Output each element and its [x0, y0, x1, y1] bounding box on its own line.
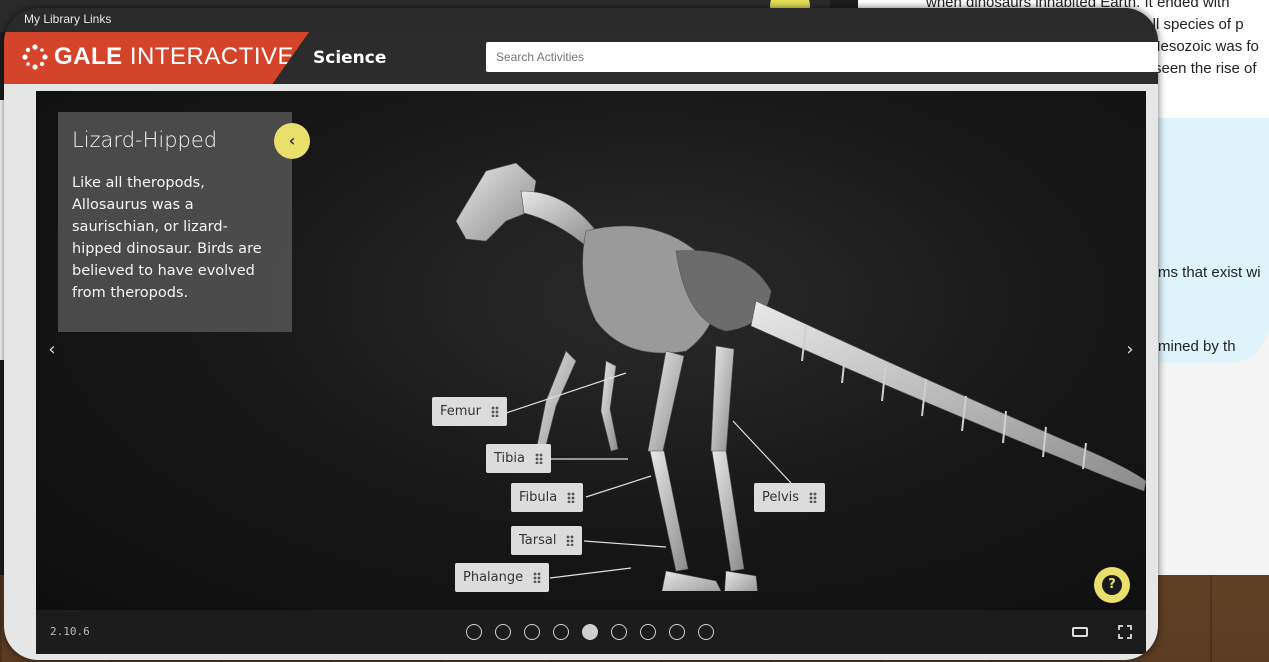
player-footer: 2.10.6 — [36, 610, 1146, 654]
slide-dot-3[interactable] — [524, 624, 540, 640]
help-button[interactable]: ? — [1094, 567, 1130, 603]
library-links-link[interactable]: My Library Links — [24, 12, 111, 26]
gale-interactive-window: My Library Links GALE INTERACTIVE Scienc… — [4, 8, 1158, 660]
next-slide-arrow[interactable]: › — [1120, 339, 1140, 360]
bone-label-text: Pelvis — [762, 490, 800, 505]
bone-label-phalange[interactable]: Phalange — [455, 563, 550, 592]
chevron-left-icon: ‹ — [288, 131, 296, 150]
slide-dot-4[interactable] — [553, 624, 569, 640]
drag-handle-icon[interactable] — [809, 492, 818, 503]
bone-label-tibia[interactable]: Tibia — [486, 444, 551, 473]
collapse-panel-button[interactable]: ‹ — [274, 123, 310, 159]
drag-handle-icon[interactable] — [491, 406, 500, 417]
library-links-bar: My Library Links — [4, 8, 1158, 32]
gale-logo[interactable]: GALE INTERACTIVE — [4, 32, 309, 84]
activity-stage[interactable]: Lizard-Hipped Like all theropods, Allosa… — [36, 91, 1146, 610]
fullscreen-icon[interactable] — [1118, 625, 1132, 639]
bone-label-fibula[interactable]: Fibula — [511, 483, 584, 512]
app-header: GALE INTERACTIVE Science — [4, 32, 1158, 84]
bone-label-text: Fibula — [519, 490, 558, 505]
bone-label-text: Tibia — [494, 451, 525, 466]
bone-label-text: Tarsal — [519, 533, 557, 548]
drag-handle-icon[interactable] — [533, 572, 542, 583]
slide-dot-5[interactable] — [582, 624, 598, 640]
search-input[interactable] — [486, 42, 1158, 72]
bone-label-text: Femur — [440, 404, 482, 419]
slide-dot-9[interactable] — [698, 624, 714, 640]
drag-handle-icon[interactable] — [567, 492, 576, 503]
background-text-line: Mesozoic was fo — [1148, 38, 1259, 55]
background-text-line: seen the rise of — [1154, 60, 1257, 77]
bone-label-tarsal[interactable]: Tarsal — [511, 526, 583, 555]
brand-name: GALE INTERACTIVE — [54, 43, 295, 70]
drag-handle-icon[interactable] — [534, 453, 543, 464]
version-label: 2.10.6 — [50, 625, 90, 638]
background-text-line: ms that exist wi — [1158, 264, 1261, 281]
slide-dot-8[interactable] — [669, 624, 685, 640]
bone-label-femur[interactable]: Femur — [432, 397, 508, 426]
slide-dot-6[interactable] — [611, 624, 627, 640]
gale-logo-icon — [22, 44, 48, 70]
drag-handle-icon[interactable] — [566, 535, 575, 546]
bone-label-pelvis[interactable]: Pelvis — [754, 483, 826, 512]
info-panel-title: Lizard-Hipped — [72, 128, 218, 152]
slide-dot-7[interactable] — [640, 624, 656, 640]
bone-label-text: Phalange — [463, 570, 524, 585]
background-text-line: mined by th — [1158, 338, 1236, 355]
slide-dot-1[interactable] — [466, 624, 482, 640]
allosaurus-skeleton-model[interactable] — [426, 151, 1146, 591]
question-mark-icon: ? — [1102, 575, 1122, 595]
slide-dot-2[interactable] — [495, 624, 511, 640]
info-panel-body: Like all theropods, Allosaurus was a sau… — [72, 175, 262, 301]
info-panel: Lizard-Hipped Like all theropods, Allosa… — [58, 112, 292, 332]
previous-slide-arrow[interactable]: ‹ — [42, 339, 62, 360]
section-title[interactable]: Science — [313, 48, 386, 68]
window-mode-icon[interactable] — [1072, 627, 1088, 637]
